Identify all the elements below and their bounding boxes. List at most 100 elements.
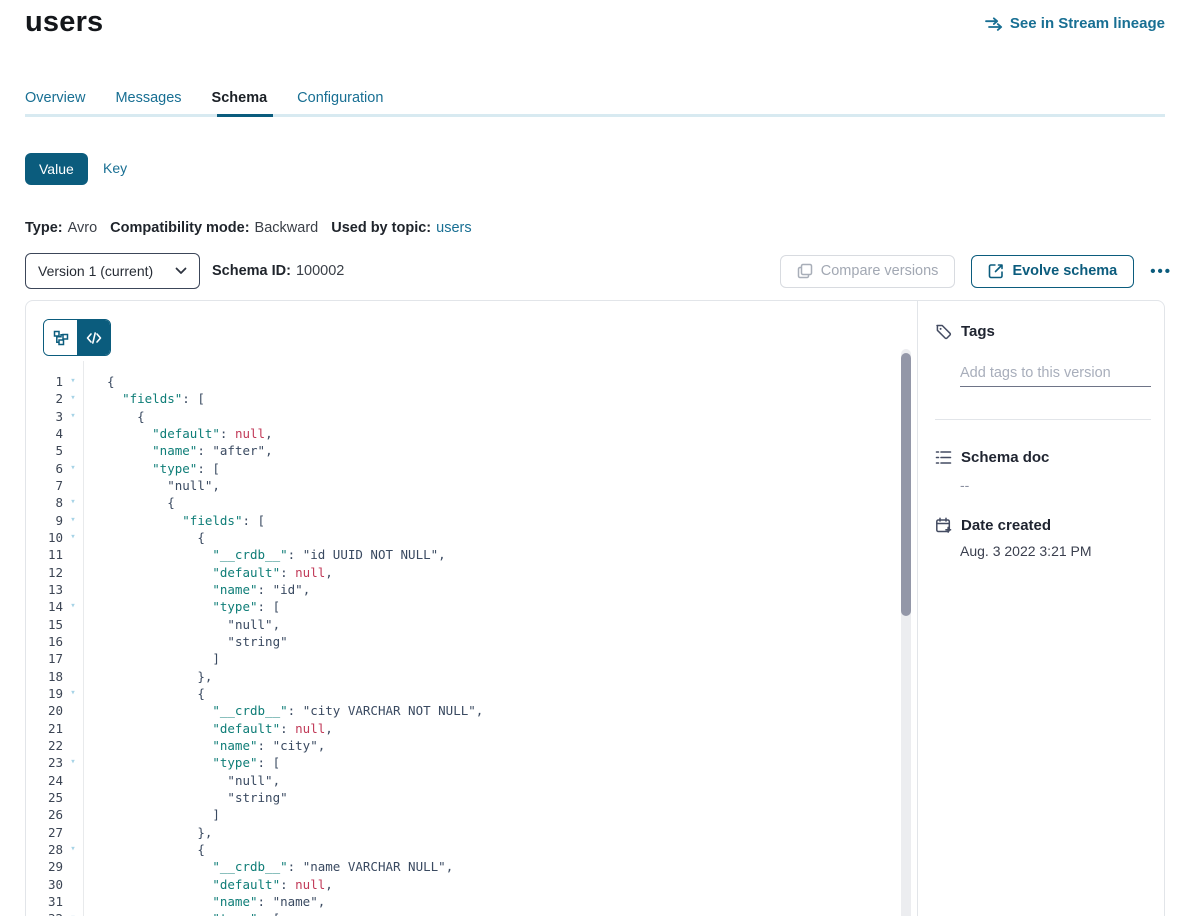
fold-toggle-icon[interactable]: ▾ [63,910,83,916]
line-gutter: 21 [26,720,83,737]
tab-messages[interactable]: Messages [115,90,181,116]
code-line-text: "type": [ [83,598,280,615]
fold-toggle-icon[interactable]: ▾ [63,685,83,702]
code-line-text: "null", [83,772,280,789]
code-line[interactable]: 15 "null", [26,616,900,633]
schema-id-label: Schema ID: [212,263,291,279]
code-line-text: "default": null, [83,564,333,581]
version-select[interactable]: Version 1 (current) [25,253,200,289]
code-line[interactable]: 1▾{ [26,373,900,390]
fold-toggle-icon[interactable]: ▾ [63,529,83,546]
fold-toggle-icon[interactable]: ▾ [63,598,83,615]
code-line-text: "null", [83,616,280,633]
tab-configuration[interactable]: Configuration [297,90,383,116]
line-gutter: 10▾ [26,529,83,546]
fold-spacer [63,806,83,823]
code-line[interactable]: 6▾ "type": [ [26,460,900,477]
fold-spacer [63,546,83,563]
fold-toggle-icon[interactable]: ▾ [63,494,83,511]
code-line[interactable]: 17 ] [26,650,900,667]
compare-versions-label: Compare versions [821,263,939,279]
code-line[interactable]: 7 "null", [26,477,900,494]
tabs-underline [25,114,1165,117]
code-line[interactable]: 2▾ "fields": [ [26,390,900,407]
fold-toggle-icon[interactable]: ▾ [63,754,83,771]
line-number: 7 [26,477,63,494]
code-line[interactable]: 5 "name": "after", [26,442,900,459]
line-number: 10 [26,529,63,546]
used-by-topic-link[interactable]: users [436,220,471,236]
code-line[interactable]: 4 "default": null, [26,425,900,442]
code-line-text: "__crdb__": "city VARCHAR NOT NULL", [83,702,483,719]
code-line[interactable]: 31 "name": "name", [26,893,900,910]
calendar-add-icon [935,517,952,534]
line-number: 13 [26,581,63,598]
tab-overview[interactable]: Overview [25,90,85,116]
code-line[interactable]: 29 "__crdb__": "name VARCHAR NULL", [26,858,900,875]
fold-toggle-icon[interactable]: ▾ [63,460,83,477]
line-number: 24 [26,772,63,789]
code-line[interactable]: 19▾ { [26,685,900,702]
code-line[interactable]: 25 "string" [26,789,900,806]
stream-lineage-link[interactable]: See in Stream lineage [985,15,1165,32]
code-line[interactable]: 3▾ { [26,408,900,425]
line-gutter: 16 [26,633,83,650]
compatibility-value: Backward [255,220,319,236]
evolve-schema-button[interactable]: Evolve schema [971,255,1134,288]
line-gutter: 3▾ [26,408,83,425]
line-number: 5 [26,442,63,459]
code-line[interactable]: 16 "string" [26,633,900,650]
line-number: 31 [26,893,63,910]
code-line[interactable]: 14▾ "type": [ [26,598,900,615]
fold-toggle-icon[interactable]: ▾ [63,512,83,529]
tag-icon [935,323,952,340]
code-line[interactable]: 20 "__crdb__": "city VARCHAR NOT NULL", [26,702,900,719]
fold-toggle-icon[interactable]: ▾ [63,841,83,858]
fold-spacer [63,633,83,650]
code-line[interactable]: 9▾ "fields": [ [26,512,900,529]
tree-view-button[interactable] [44,320,77,355]
key-toggle-button[interactable]: Key [103,160,127,176]
code-view-button[interactable] [77,320,110,355]
code-line[interactable]: 8▾ { [26,494,900,511]
code-line[interactable]: 28▾ { [26,841,900,858]
code-line[interactable]: 21 "default": null, [26,720,900,737]
code-line[interactable]: 18 }, [26,668,900,685]
code-line[interactable]: 32▾ "type": [ [26,910,900,916]
more-options-button[interactable]: ••• [1150,264,1172,279]
fold-toggle-icon[interactable]: ▾ [63,390,83,407]
fold-toggle-icon[interactable]: ▾ [63,408,83,425]
fold-spacer [63,425,83,442]
editor-scrollbar[interactable] [901,349,911,916]
code-line[interactable]: 30 "default": null, [26,876,900,893]
code-line[interactable]: 11 "__crdb__": "id UUID NOT NULL", [26,546,900,563]
used-by-topic-label: Used by topic: [331,220,431,236]
line-number: 1 [26,373,63,390]
code-line-text: "string" [83,633,288,650]
code-line-text: { [83,529,205,546]
code-line[interactable]: 27 }, [26,824,900,841]
code-line[interactable]: 13 "name": "id", [26,581,900,598]
line-number: 30 [26,876,63,893]
code-line[interactable]: 26 ] [26,806,900,823]
line-gutter: 30 [26,876,83,893]
code-line[interactable]: 10▾ { [26,529,900,546]
code-line[interactable]: 23▾ "type": [ [26,754,900,771]
add-tags-input[interactable] [960,359,1151,387]
tab-schema[interactable]: Schema [212,90,268,116]
line-number: 16 [26,633,63,650]
line-gutter: 26 [26,806,83,823]
editor-scrollbar-thumb[interactable] [901,353,911,616]
line-number: 27 [26,824,63,841]
fold-toggle-icon[interactable]: ▾ [63,373,83,390]
compare-versions-button[interactable]: Compare versions [780,255,956,288]
code-line[interactable]: 22 "name": "city", [26,737,900,754]
code-lines: 1▾{2▾ "fields": [3▾ {4 "default": null,5… [26,373,900,916]
value-toggle-button[interactable]: Value [25,153,88,185]
line-gutter: 14▾ [26,598,83,615]
line-number: 19 [26,685,63,702]
stream-lineage-label: See in Stream lineage [1010,15,1165,32]
line-gutter: 17 [26,650,83,667]
code-line[interactable]: 12 "default": null, [26,564,900,581]
code-line[interactable]: 24 "null", [26,772,900,789]
